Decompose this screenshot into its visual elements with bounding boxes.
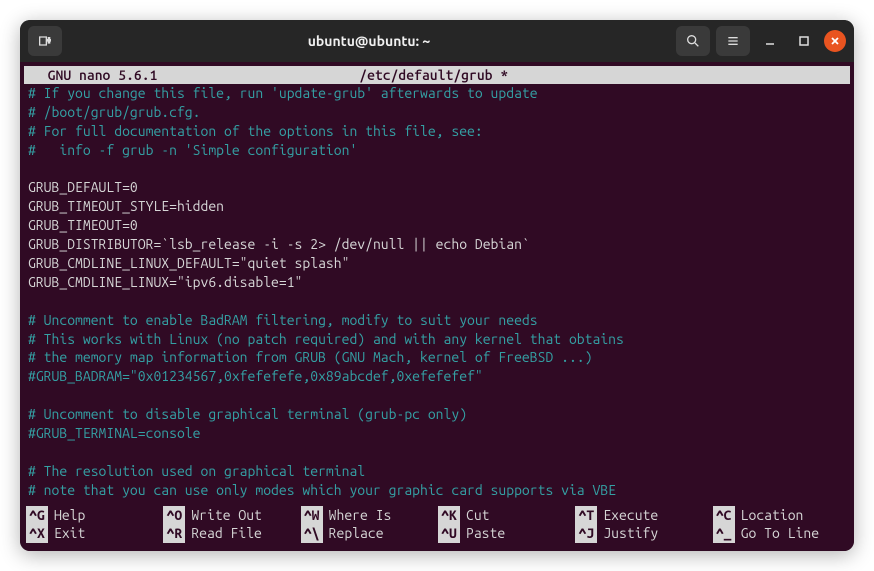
shortcut-label: Read File <box>185 524 262 543</box>
nano-shortcuts: ^GHelp^OWrite Out^WWhere Is^KCut^TExecut… <box>24 506 850 548</box>
nano-file-name: /etc/default/grub * <box>157 66 710 85</box>
maximize-button[interactable] <box>790 27 818 55</box>
shortcut-key: ^R <box>163 524 185 543</box>
shortcut-label: Cut <box>460 506 490 525</box>
editor-line <box>28 386 846 405</box>
editor-line: GRUB_TIMEOUT_STYLE=hidden <box>28 197 846 216</box>
editor-line <box>28 292 846 311</box>
shortcut-key: ^O <box>163 506 185 525</box>
titlebar: ubuntu@ubuntu: ~ <box>20 20 854 62</box>
shortcut: ^OWrite Out <box>163 506 298 525</box>
shortcut: ^\Replace <box>301 524 436 543</box>
shortcut-label: Location <box>735 506 804 525</box>
shortcut: ^_Go To Line <box>713 524 848 543</box>
terminal-content[interactable]: GNU nano 5.6.1 /etc/default/grub * # If … <box>20 62 854 551</box>
shortcut: ^UPaste <box>438 524 573 543</box>
editor-line: GRUB_CMDLINE_LINUX_DEFAULT="quiet splash… <box>28 254 846 273</box>
shortcut-label: Help <box>48 506 85 525</box>
shortcut-key: ^\ <box>301 524 323 543</box>
shortcut-label: Exit <box>48 524 85 543</box>
shortcut-key: ^J <box>575 524 597 543</box>
shortcut: ^JJustify <box>575 524 710 543</box>
editor-line <box>28 443 846 462</box>
shortcut-key: ^G <box>26 506 48 525</box>
new-tab-button[interactable] <box>28 26 62 56</box>
editor-line: GRUB_DISTRIBUTOR=`lsb_release -i -s 2> /… <box>28 235 846 254</box>
editor-line: # This works with Linux (no patch requir… <box>28 330 846 349</box>
shortcut-key: ^W <box>301 506 323 525</box>
hamburger-menu-button[interactable] <box>716 26 750 56</box>
editor-line: # note that you can use only modes which… <box>28 481 846 500</box>
shortcut: ^KCut <box>438 506 573 525</box>
shortcut: ^WWhere Is <box>301 506 436 525</box>
shortcut-label: Replace <box>323 524 384 543</box>
shortcut-key: ^K <box>438 506 460 525</box>
shortcut-label: Paste <box>460 524 505 543</box>
shortcut-key: ^X <box>26 524 48 543</box>
shortcut: ^GHelp <box>26 506 161 525</box>
shortcut-label: Where Is <box>323 506 392 525</box>
editor-line: #GRUB_TERMINAL=console <box>28 424 846 443</box>
editor-line: # /boot/grub/grub.cfg. <box>28 103 846 122</box>
search-button[interactable] <box>676 26 710 56</box>
shortcut-label: Justify <box>597 524 658 543</box>
editor-line: # the memory map information from GRUB (… <box>28 348 846 367</box>
terminal-window: ubuntu@ubuntu: ~ GNU nano 5.6.1 /etc/def… <box>20 20 854 551</box>
editor-line: GRUB_CMDLINE_LINUX="ipv6.disable=1" <box>28 273 846 292</box>
shortcut-key: ^C <box>713 506 735 525</box>
editor-line: # Uncomment to enable BadRAM filtering, … <box>28 311 846 330</box>
nano-app-name: GNU nano 5.6.1 <box>24 66 157 85</box>
nano-header: GNU nano 5.6.1 /etc/default/grub * <box>24 66 850 84</box>
shortcut-label: Write Out <box>185 506 262 525</box>
window-title: ubuntu@ubuntu: ~ <box>68 33 670 49</box>
shortcut-key: ^_ <box>713 524 735 543</box>
shortcut-label: Execute <box>597 506 658 525</box>
shortcut-key: ^U <box>438 524 460 543</box>
minimize-button[interactable] <box>756 27 784 55</box>
editor-line <box>28 160 846 179</box>
editor-line: #GRUB_BADRAM="0x01234567,0xfefefefe,0x89… <box>28 367 846 386</box>
shortcut: ^RRead File <box>163 524 298 543</box>
shortcut: ^TExecute <box>575 506 710 525</box>
editor-line: GRUB_TIMEOUT=0 <box>28 216 846 235</box>
shortcut: ^CLocation <box>713 506 848 525</box>
shortcut-label: Go To Line <box>735 524 819 543</box>
editor-line: # info -f grub -n 'Simple configuration' <box>28 141 846 160</box>
editor-line: GRUB_DEFAULT=0 <box>28 178 846 197</box>
editor-line: # For full documentation of the options … <box>28 122 846 141</box>
editor-line: # If you change this file, run 'update-g… <box>28 84 846 103</box>
editor-line: # Uncomment to disable graphical termina… <box>28 405 846 424</box>
shortcut-key: ^T <box>575 506 597 525</box>
editor-line: # The resolution used on graphical termi… <box>28 462 846 481</box>
close-button[interactable] <box>824 30 846 52</box>
shortcut: ^XExit <box>26 524 161 543</box>
editor-content[interactable]: # If you change this file, run 'update-g… <box>24 84 850 500</box>
